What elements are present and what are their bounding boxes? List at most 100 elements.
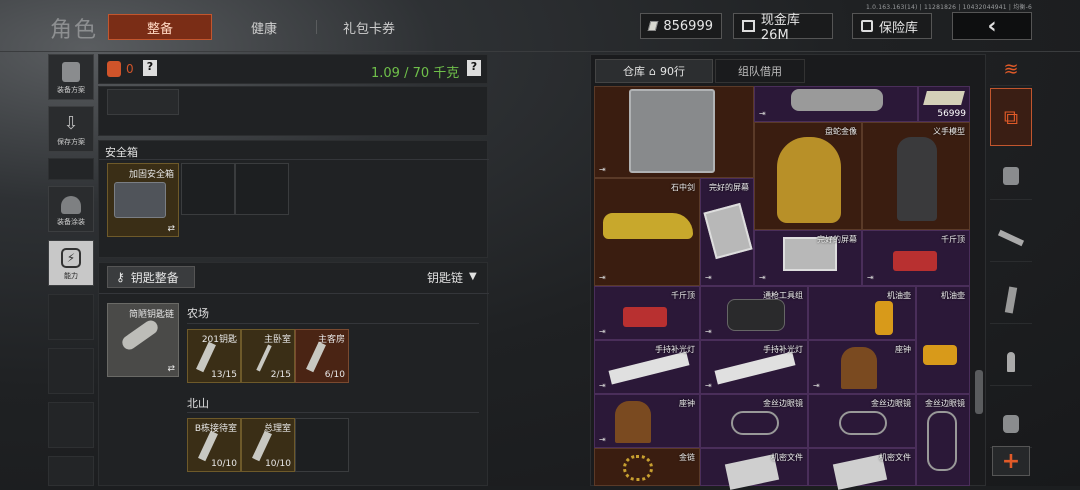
vault-button[interactable]: 保险库 <box>852 13 932 39</box>
tab-gift-coupons[interactable]: 礼包卡券 <box>326 14 412 40</box>
cash-icon <box>742 20 755 32</box>
divider <box>187 412 479 413</box>
backpack-icon <box>1003 414 1019 433</box>
item-cell[interactable]: 千斤顶 ⇥ <box>594 286 700 340</box>
category-ammo[interactable] <box>990 338 1032 386</box>
equipment-area <box>98 86 488 136</box>
weight-help-button[interactable]: ? <box>467 60 481 76</box>
item-cell[interactable]: 座钟 ⇥ <box>594 394 700 448</box>
sidebar-label: 保存方案 <box>57 138 85 146</box>
item-cell[interactable]: 义手模型 <box>862 122 970 230</box>
item-count: 6/10 <box>324 370 345 380</box>
item-cell[interactable]: 金链 <box>594 448 700 486</box>
stack-icon: ⧉ <box>1003 105 1019 129</box>
equipment-slot[interactable] <box>107 89 179 115</box>
item-cell[interactable]: ⇥ <box>754 86 918 122</box>
sidebar-skin[interactable]: 装备涂装 <box>48 186 94 232</box>
prosthetic-hand-icon <box>897 137 937 221</box>
safe-box-slot[interactable] <box>181 163 235 215</box>
key-slot[interactable] <box>295 418 349 472</box>
exit-icon: ⇥ <box>599 381 606 390</box>
back-arrow-icon: ‹ <box>987 13 997 39</box>
glasses-icon <box>839 411 887 435</box>
item-label: 通枪工具组 <box>763 291 803 300</box>
key-item[interactable]: 主客房 6/10 <box>295 329 349 383</box>
vest-icon <box>62 62 80 82</box>
key-item[interactable]: 总理室 10/10 <box>241 418 295 472</box>
item-label: 座钟 <box>679 399 695 408</box>
item-label: 加固安全箱 <box>128 170 174 180</box>
plus-icon: + <box>1001 448 1021 474</box>
add-button[interactable]: + <box>992 446 1030 476</box>
category-gear[interactable] <box>990 400 1032 448</box>
item-cell[interactable]: ⇥ <box>594 86 754 178</box>
category-armor[interactable] <box>990 152 1032 200</box>
key-item[interactable]: B栋接待室 10/10 <box>187 418 241 472</box>
item-cell[interactable]: 机油壶 <box>916 286 970 394</box>
tab-warehouse[interactable]: 仓库 ⌂ 90行 <box>595 59 713 83</box>
item-cell[interactable]: 机密文件 <box>808 448 916 490</box>
sidebar-loadout-plan[interactable]: 装备方案 <box>48 54 94 100</box>
key-group-label: 北山 <box>187 397 209 410</box>
cash-vault-button[interactable]: 现金库 26M <box>733 13 833 43</box>
sidebar-save-plan[interactable]: ⇩ 保存方案 <box>48 106 94 152</box>
item-cell[interactable]: 手持补光灯 ⇥ <box>594 340 700 394</box>
currency-value: 856999 <box>663 18 713 34</box>
key-loadout-button[interactable]: ⚷ 钥匙整备 <box>107 266 195 288</box>
item-cell[interactable]: 金丝边眼镜 <box>700 394 808 448</box>
back-button[interactable]: ‹ <box>952 12 1032 40</box>
tab-health[interactable]: 健康 <box>222 14 306 40</box>
tab-loadout[interactable]: 整备 <box>108 14 212 40</box>
exit-icon: ⇥ <box>599 327 606 336</box>
clock-icon <box>841 347 877 389</box>
key-icon <box>256 344 272 372</box>
safe-box-slot[interactable] <box>235 163 289 215</box>
item-cell[interactable]: 盘蛇金像 <box>754 122 862 230</box>
item-label: 主卧室 <box>263 335 291 345</box>
item-label: 机油壶 <box>941 291 965 300</box>
keychain-item[interactable]: 简陋钥匙链 ⇄ <box>107 303 179 377</box>
item-label: 金丝边眼镜 <box>763 399 803 408</box>
scrollbar-thumb[interactable] <box>975 370 983 414</box>
tab-warehouse-label: 仓库 <box>623 65 645 78</box>
glasses-icon <box>731 411 779 435</box>
sidebar-ability[interactable]: ⚡ 能力 <box>48 240 94 286</box>
item-label: 座钟 <box>895 345 911 354</box>
keys-panel: ⚷ 钥匙整备 钥匙链 ▼ 简陋钥匙链 ⇄ 农场 201钥匙 13/15 主卧室 … <box>98 262 489 486</box>
item-cell[interactable]: 座钟 ⇥ <box>808 340 916 394</box>
flashlight-icon <box>714 351 796 385</box>
key-item[interactable]: 201钥匙 13/15 <box>187 329 241 383</box>
flashlight-icon <box>608 351 690 385</box>
category-all[interactable]: ⧉ <box>990 88 1032 146</box>
item-label: 金丝边眼镜 <box>925 399 965 408</box>
category-magazine[interactable] <box>990 276 1032 324</box>
help-button[interactable]: ? <box>143 60 157 76</box>
item-cell[interactable]: 完好的屏幕 ⇥ <box>754 230 862 286</box>
key-item[interactable]: 主卧室 2/15 <box>241 329 295 383</box>
item-cell[interactable]: 机密文件 <box>700 448 808 490</box>
item-count: 13/15 <box>211 370 237 380</box>
exit-icon: ⇥ <box>705 273 712 282</box>
safe-box-header: 安全箱 <box>105 146 138 159</box>
item-cell[interactable]: 通枪工具组 ⇥ <box>700 286 808 340</box>
item-cell[interactable]: 手持补光灯 ⇥ <box>700 340 808 394</box>
chevron-down-icon[interactable]: ▼ <box>469 271 477 282</box>
item-cell[interactable]: 石中剑 ⇥ <box>594 178 700 286</box>
money-count: 56999 <box>937 109 966 119</box>
tab-team-borrow[interactable]: 组队借用 <box>715 59 805 83</box>
item-cell[interactable]: 金丝边眼镜 <box>916 394 970 486</box>
item-cell[interactable]: 机油壶 <box>808 286 916 340</box>
item-cell[interactable]: 56999 <box>918 86 970 122</box>
category-weapon[interactable] <box>990 214 1032 262</box>
sidebar-label: 装备涂装 <box>57 218 85 226</box>
ability-icon: ⚡ <box>61 248 81 268</box>
stack-toggle-button[interactable]: ≋ <box>990 54 1032 86</box>
item-label: 总理室 <box>263 424 291 434</box>
bullet-icon <box>1007 351 1015 372</box>
item-cell[interactable]: 千斤顶 ⇥ <box>862 230 970 286</box>
tab-divider <box>316 20 317 34</box>
currency-display: 856999 <box>640 13 722 39</box>
safe-box-item[interactable]: 加固安全箱 ⇄ <box>107 163 179 237</box>
item-cell[interactable]: 金丝边眼镜 <box>808 394 916 448</box>
item-cell[interactable]: 完好的屏幕 ⇥ <box>700 178 754 286</box>
